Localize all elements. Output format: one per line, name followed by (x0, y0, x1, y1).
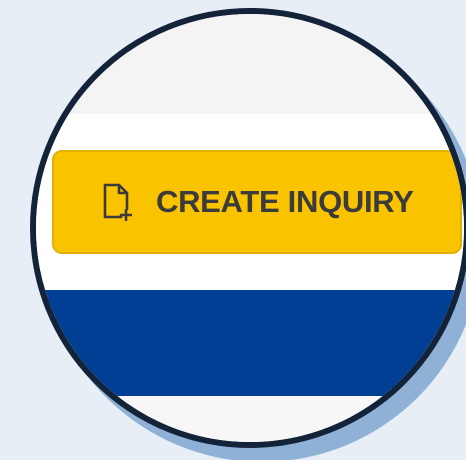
top-band (36, 14, 464, 114)
file-plus-icon (100, 182, 134, 222)
zoom-callout: CREATE INQUIRY (0, 0, 466, 460)
bottom-band (36, 396, 464, 442)
magnifier-circle: CREATE INQUIRY (30, 8, 466, 448)
blue-navigation-bar (36, 290, 464, 396)
create-inquiry-label: CREATE INQUIRY (156, 184, 414, 219)
create-inquiry-button[interactable]: CREATE INQUIRY (52, 150, 462, 254)
